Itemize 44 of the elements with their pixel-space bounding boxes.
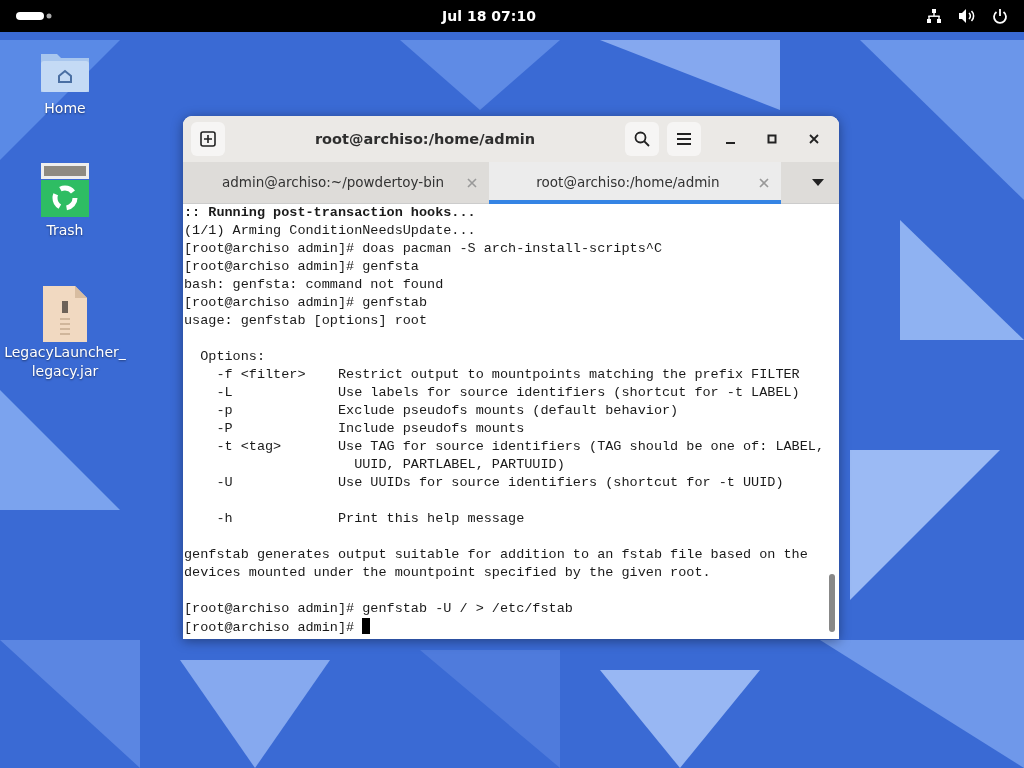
terminal-line: devices mounted under the mountpoint specified by the given root. [184, 565, 711, 580]
terminal-line: -p Exclude pseudofs mounts (default behavior) [215, 403, 679, 418]
maximize-icon [767, 134, 777, 144]
archive-file-icon [42, 285, 88, 343]
volume-icon[interactable] [958, 8, 976, 24]
window-title: root@archiso:/home/admin [314, 131, 536, 147]
activities-icon[interactable] [16, 11, 52, 21]
terminal-line: (1/1) Arming ConditionNeedsUpdate... [184, 223, 476, 238]
terminal-line: -f <filter> Restrict output to mountpoints matching the prefix FILTER [215, 367, 800, 382]
caret-icon [812, 178, 824, 187]
terminal-line: [root@archiso admin]# [184, 620, 356, 635]
terminal-tab[interactable]: admin@archiso:~/powdertoy-bin [191, 161, 489, 204]
terminal-line: [root@archiso admin]# doas pacman -S arch-install-scripts^C [184, 241, 662, 256]
scrollbar-thumb[interactable] [829, 574, 835, 632]
terminal-line: [root@archiso admin]# genfstab [184, 295, 428, 310]
power-icon[interactable] [992, 8, 1008, 24]
new-tab-icon [200, 131, 216, 147]
search-button[interactable] [625, 122, 659, 156]
terminal-line: :: Running post-transaction hooks... [184, 205, 476, 220]
terminal-line: -P Include pseudofs mounts [215, 421, 525, 436]
terminal-line: UUID, PARTLABEL, PARTUUID) [353, 457, 565, 472]
terminal-line: -h Print this help message [215, 511, 525, 526]
network-icon[interactable] [926, 8, 942, 24]
terminal-tab[interactable]: root@archiso:/home/admin [489, 161, 781, 204]
terminal-line: [root@archiso admin]# genfsta [184, 259, 419, 274]
search-icon [634, 131, 650, 147]
icon-label[interactable]: Trash [46, 221, 84, 240]
menu-icon [676, 132, 692, 146]
new-tab-button[interactable] [191, 122, 225, 156]
terminal-line: genfstab generates output suitable for addition to an fstab file based on the [184, 547, 808, 562]
clock[interactable]: Jul 18 07:10 [442, 8, 536, 24]
icon-label[interactable]: LegacyLauncher_ legacy.jar [0, 343, 130, 381]
menu-button[interactable] [667, 122, 701, 156]
icon-label[interactable]: Home [44, 99, 86, 118]
terminal-line: -U Use UUIDs for source identifiers (shortcut for -t UUID) [215, 475, 784, 490]
terminal-line: Options: [199, 349, 265, 364]
terminal-line: [root@archiso admin]# genfstab -U / > /etc/fstab [184, 601, 573, 616]
trash-icon [40, 162, 90, 218]
minimize-icon [725, 142, 735, 144]
terminal-line: usage: genfstab [options] root [184, 313, 428, 328]
terminal-line: -t <tag> Use TAG for source identifiers (TAG should be one of: LABEL, [215, 439, 824, 454]
terminal-line: -L Use labels for source identifiers (shortcut for -t LABEL) [215, 385, 800, 400]
terminal-line: bash: genfsta: command not found [184, 277, 444, 292]
close-icon [809, 134, 819, 144]
